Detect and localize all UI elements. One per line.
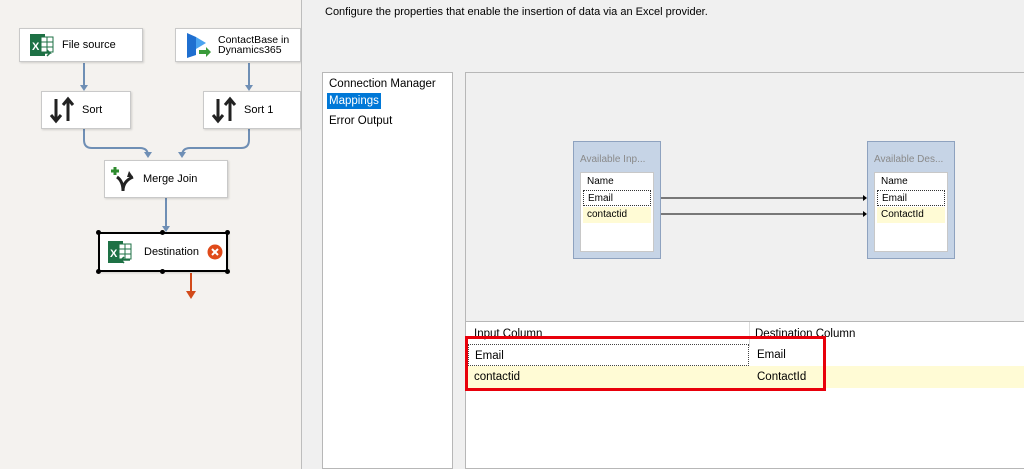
- sort-arrows-icon: [49, 96, 75, 124]
- resize-handle[interactable]: [160, 230, 165, 235]
- nav-item-error-output[interactable]: Error Output: [327, 113, 394, 129]
- resize-handle[interactable]: [225, 269, 230, 274]
- merge-join-node[interactable]: Merge Join: [104, 160, 228, 198]
- available-destination-columns-box[interactable]: Available Des... Name Email ContactId: [867, 141, 955, 259]
- excel-source-icon: X: [30, 34, 54, 57]
- sort1-label: Sort 1: [244, 103, 274, 116]
- available-input-title: Available Inp...: [580, 154, 646, 165]
- file-source-label: File source: [62, 38, 116, 51]
- resize-handle[interactable]: [225, 230, 230, 235]
- destination-column-contactid[interactable]: ContactId: [877, 207, 945, 223]
- resize-handle[interactable]: [96, 269, 101, 274]
- resize-handle[interactable]: [160, 269, 165, 274]
- column-header: Name: [881, 176, 908, 187]
- excel-destination-icon: X: [108, 241, 132, 264]
- destination-column-email[interactable]: Email: [877, 190, 945, 206]
- contactbase-dynamics-node[interactable]: ContactBase in Dynamics365: [175, 28, 301, 62]
- available-destination-list[interactable]: Name Email ContactId: [874, 172, 948, 252]
- highlight-annotation: [465, 336, 826, 391]
- merge-join-icon: [111, 167, 134, 192]
- file-source-node[interactable]: X File source: [19, 28, 143, 62]
- svg-text:X: X: [32, 41, 40, 53]
- input-column-email[interactable]: Email: [583, 190, 651, 206]
- editor-nav-list[interactable]: Connection Manager Mappings Error Output: [322, 72, 453, 469]
- nav-item-connection-manager[interactable]: Connection Manager: [327, 76, 438, 92]
- resize-handle[interactable]: [96, 230, 101, 235]
- destination-label: Destination: [144, 245, 200, 258]
- error-icon[interactable]: [207, 244, 223, 260]
- input-column-contactid[interactable]: contactid: [583, 207, 651, 223]
- available-input-columns-box[interactable]: Available Inp... Name Email contactid: [573, 141, 661, 259]
- dynamics-source-icon: [187, 33, 211, 58]
- data-flow-canvas[interactable]: X File source ContactBase in Dynamics365…: [0, 0, 301, 469]
- merge-join-label: Merge Join: [143, 172, 198, 185]
- mapping-diagram[interactable]: Available Inp... Name Email contactid Av…: [465, 72, 1024, 322]
- available-input-list[interactable]: Name Email contactid: [580, 172, 654, 252]
- svg-text:X: X: [110, 248, 118, 260]
- column-header: Name: [587, 176, 614, 187]
- destination-node[interactable]: X Destination: [96, 230, 230, 274]
- available-destination-title: Available Des...: [874, 154, 944, 165]
- contactbase-label-line2: Dynamics365: [218, 44, 282, 56]
- sort-node[interactable]: Sort: [41, 91, 131, 129]
- sort-label: Sort: [82, 103, 103, 116]
- dialog-description: Configure the properties that enable the…: [325, 6, 708, 18]
- nav-item-mappings[interactable]: Mappings: [327, 93, 381, 109]
- sort1-node[interactable]: Sort 1: [203, 91, 301, 129]
- sort-arrows-icon: [211, 96, 237, 124]
